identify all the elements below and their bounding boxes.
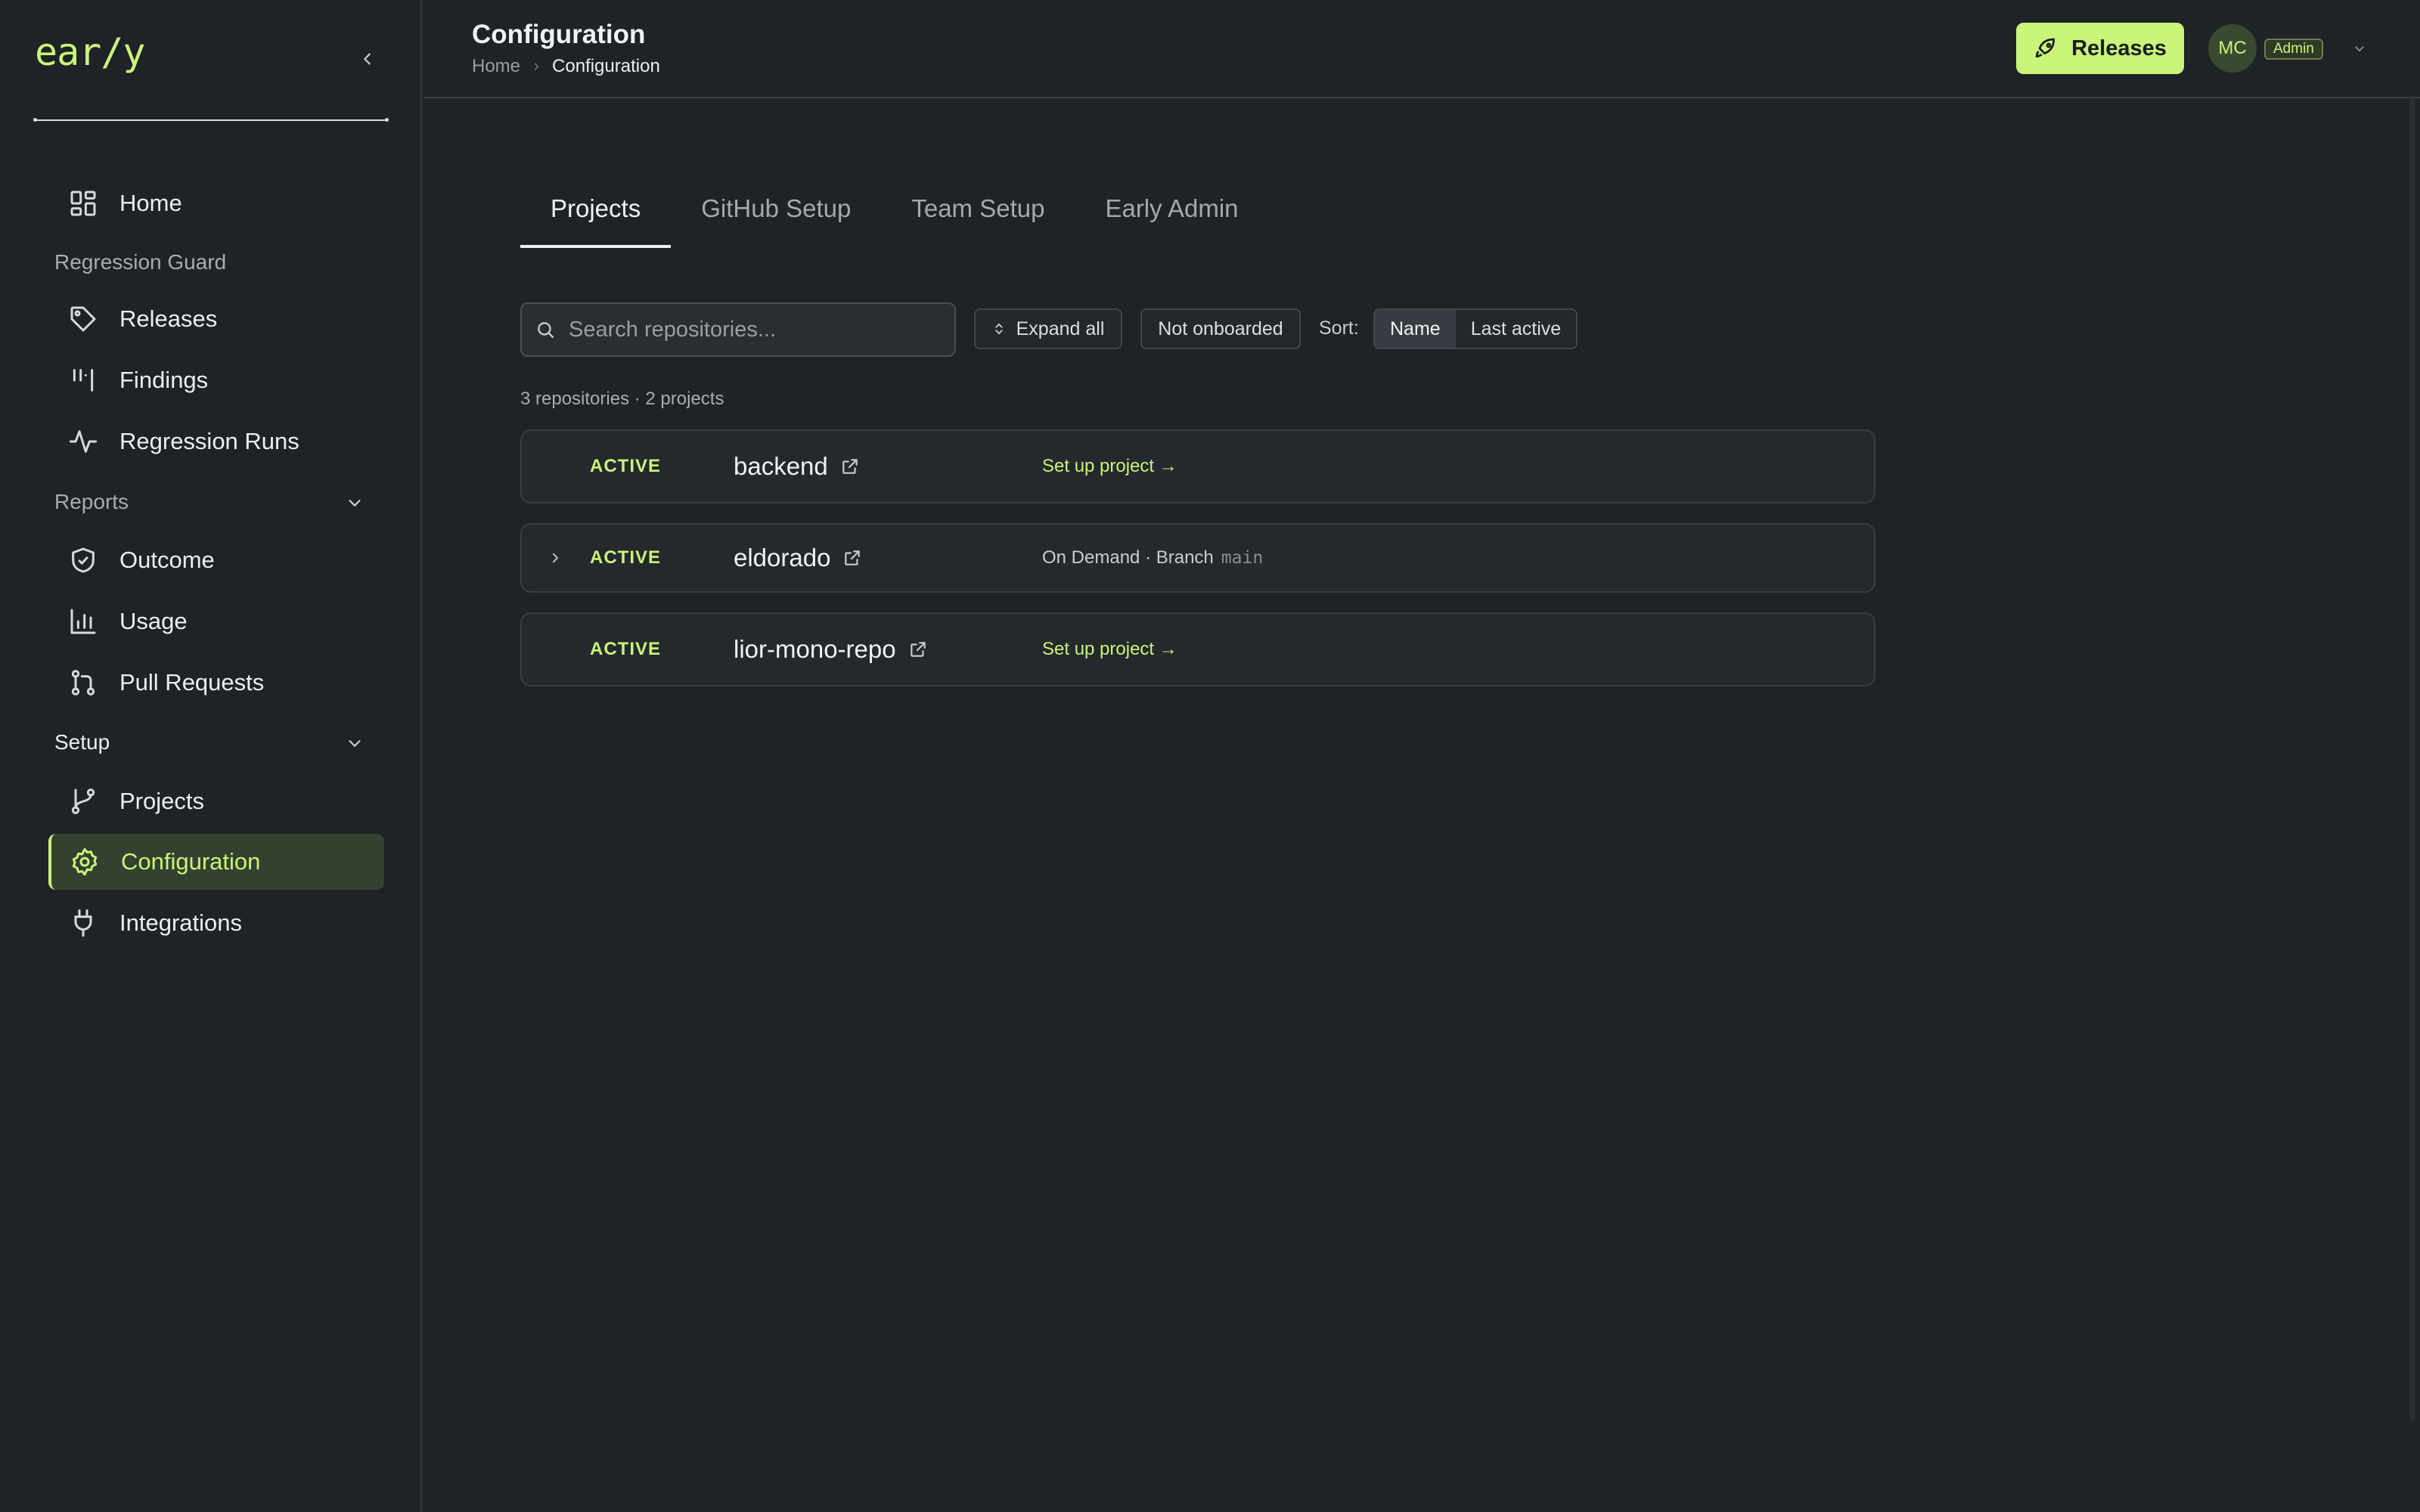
sidebar-item-regression-runs[interactable]: Regression Runs [50, 414, 386, 469]
repository-name-text: eldorado [734, 544, 831, 572]
sidebar-item-home[interactable]: Home [50, 175, 386, 231]
sidebar-item-label: Releases [119, 305, 218, 332]
sidebar-item-label: Findings [119, 367, 209, 393]
expand-all-button[interactable]: Expand all [974, 308, 1122, 349]
search-box [520, 302, 956, 357]
repository-name-text: lior-mono-repo [734, 635, 896, 663]
breadcrumb: Home Configuration [472, 56, 660, 77]
breadcrumb-home[interactable]: Home [472, 56, 520, 77]
gear-icon [51, 847, 121, 877]
setup-project-link[interactable]: Set up project → [1042, 456, 1177, 477]
section-setup[interactable]: Setup [54, 730, 110, 754]
sidebar-item-findings[interactable]: Findings [50, 352, 386, 408]
sidebar-item-outcome[interactable]: Outcome [50, 532, 386, 588]
sidebar-item-label: Projects [119, 788, 204, 814]
role-badge: Admin [2264, 39, 2323, 60]
tag-icon [50, 304, 119, 334]
section-regression-guard: Regression Guard [54, 250, 227, 274]
dashboard-icon [50, 188, 119, 218]
sidebar-item-label: Integrations [119, 909, 242, 936]
sidebar-item-configuration[interactable]: Configuration [48, 834, 384, 890]
sort-label: Sort: [1319, 318, 1359, 339]
user-menu-chevron[interactable] [2349, 38, 2370, 59]
expand-row-button[interactable] [541, 544, 569, 572]
repository-row[interactable]: ACTIVE backend Set up project → [520, 429, 1876, 503]
schedule-text: On Demand · Branch [1042, 547, 1214, 568]
repository-name[interactable]: backend [734, 452, 860, 481]
repository-name-text: backend [734, 452, 828, 480]
repository-summary: 3 repositories · 2 projects [520, 389, 724, 409]
tab-early-admin[interactable]: Early Admin [1075, 175, 1268, 242]
external-link-icon [910, 642, 926, 657]
page-title: Configuration [472, 20, 646, 49]
chevron-left-icon [364, 53, 371, 65]
activity-icon [50, 426, 119, 457]
repository-name[interactable]: eldorado [734, 544, 862, 572]
tab-github-setup[interactable]: GitHub Setup [671, 175, 881, 242]
status-badge: ACTIVE [590, 547, 662, 568]
chevron-right-icon [552, 553, 559, 563]
tab-projects[interactable]: Projects [520, 175, 672, 248]
sidebar-item-label: Outcome [119, 547, 215, 573]
rocket-icon [2035, 38, 2055, 57]
app-logo[interactable]: ear/y [35, 30, 146, 74]
external-link-icon [845, 550, 861, 565]
sidebar-item-label: Regression Runs [119, 428, 299, 454]
tab-team-setup[interactable]: Team Setup [881, 175, 1075, 242]
setup-project-link[interactable]: Set up project → [1042, 639, 1177, 660]
repository-row[interactable]: ACTIVE eldorado On Demand · Branch main [520, 523, 1876, 593]
sidebar-item-label: Usage [119, 608, 188, 634]
sidebar-item-usage[interactable]: Usage [50, 593, 386, 649]
breadcrumb-current: Configuration [552, 56, 660, 76]
status-badge: ACTIVE [590, 639, 662, 659]
chevrons-up-down-icon [994, 323, 1003, 335]
sidebar-item-releases[interactable]: Releases [50, 291, 386, 347]
expand-all-label: Expand all [1016, 318, 1105, 339]
sidebar: ear/y Home Regression Guard Releases Fin… [0, 0, 422, 1512]
external-link-icon [842, 459, 858, 474]
releases-button[interactable]: Releases [2016, 23, 2184, 74]
shield-check-icon [50, 545, 119, 575]
sidebar-item-projects[interactable]: Projects [50, 773, 386, 829]
pull-request-icon [50, 668, 119, 698]
not-onboarded-filter[interactable]: Not onboarded [1140, 308, 1301, 349]
sort-toggle: Name Last active [1373, 308, 1578, 349]
sidebar-item-pull-requests[interactable]: Pull Requests [50, 655, 386, 711]
section-reports[interactable]: Reports [54, 490, 129, 514]
sidebar-item-label: Pull Requests [119, 669, 265, 696]
collapse-sidebar-button[interactable] [354, 45, 381, 73]
sort-last-active-option[interactable]: Last active [1456, 310, 1577, 348]
sidebar-item-label: Home [119, 190, 182, 216]
search-input[interactable] [569, 317, 917, 342]
sort-name-option[interactable]: Name [1375, 310, 1456, 348]
schedule-info: On Demand · Branch main [1042, 547, 1263, 569]
chevron-down-icon[interactable] [342, 730, 368, 756]
top-header: Configuration Home Configuration Release… [424, 0, 2420, 98]
chevron-down-icon [2355, 46, 2364, 52]
git-branch-icon [50, 786, 119, 816]
releases-button-label: Releases [2071, 36, 2167, 60]
sidebar-item-label: Configuration [121, 848, 261, 875]
avatar[interactable]: MC [2208, 24, 2257, 73]
config-tabs: Projects GitHub Setup Team Setup Early A… [520, 175, 1269, 248]
repository-name[interactable]: lior-mono-repo [734, 635, 928, 664]
findings-icon [50, 365, 119, 395]
plug-icon [50, 908, 119, 938]
sidebar-item-integrations[interactable]: Integrations [50, 895, 386, 951]
page-scrollbar[interactable] [2409, 98, 2415, 1421]
chevron-right-icon [534, 63, 539, 70]
search-icon [538, 322, 554, 338]
not-onboarded-label: Not onboarded [1158, 318, 1283, 339]
status-badge: ACTIVE [590, 456, 662, 476]
bar-chart-icon [50, 606, 119, 637]
repository-row[interactable]: ACTIVE lior-mono-repo Set up project → [520, 612, 1876, 686]
branch-name: main [1221, 548, 1264, 568]
chevron-down-icon[interactable] [342, 490, 368, 516]
logo-divider [33, 118, 389, 122]
